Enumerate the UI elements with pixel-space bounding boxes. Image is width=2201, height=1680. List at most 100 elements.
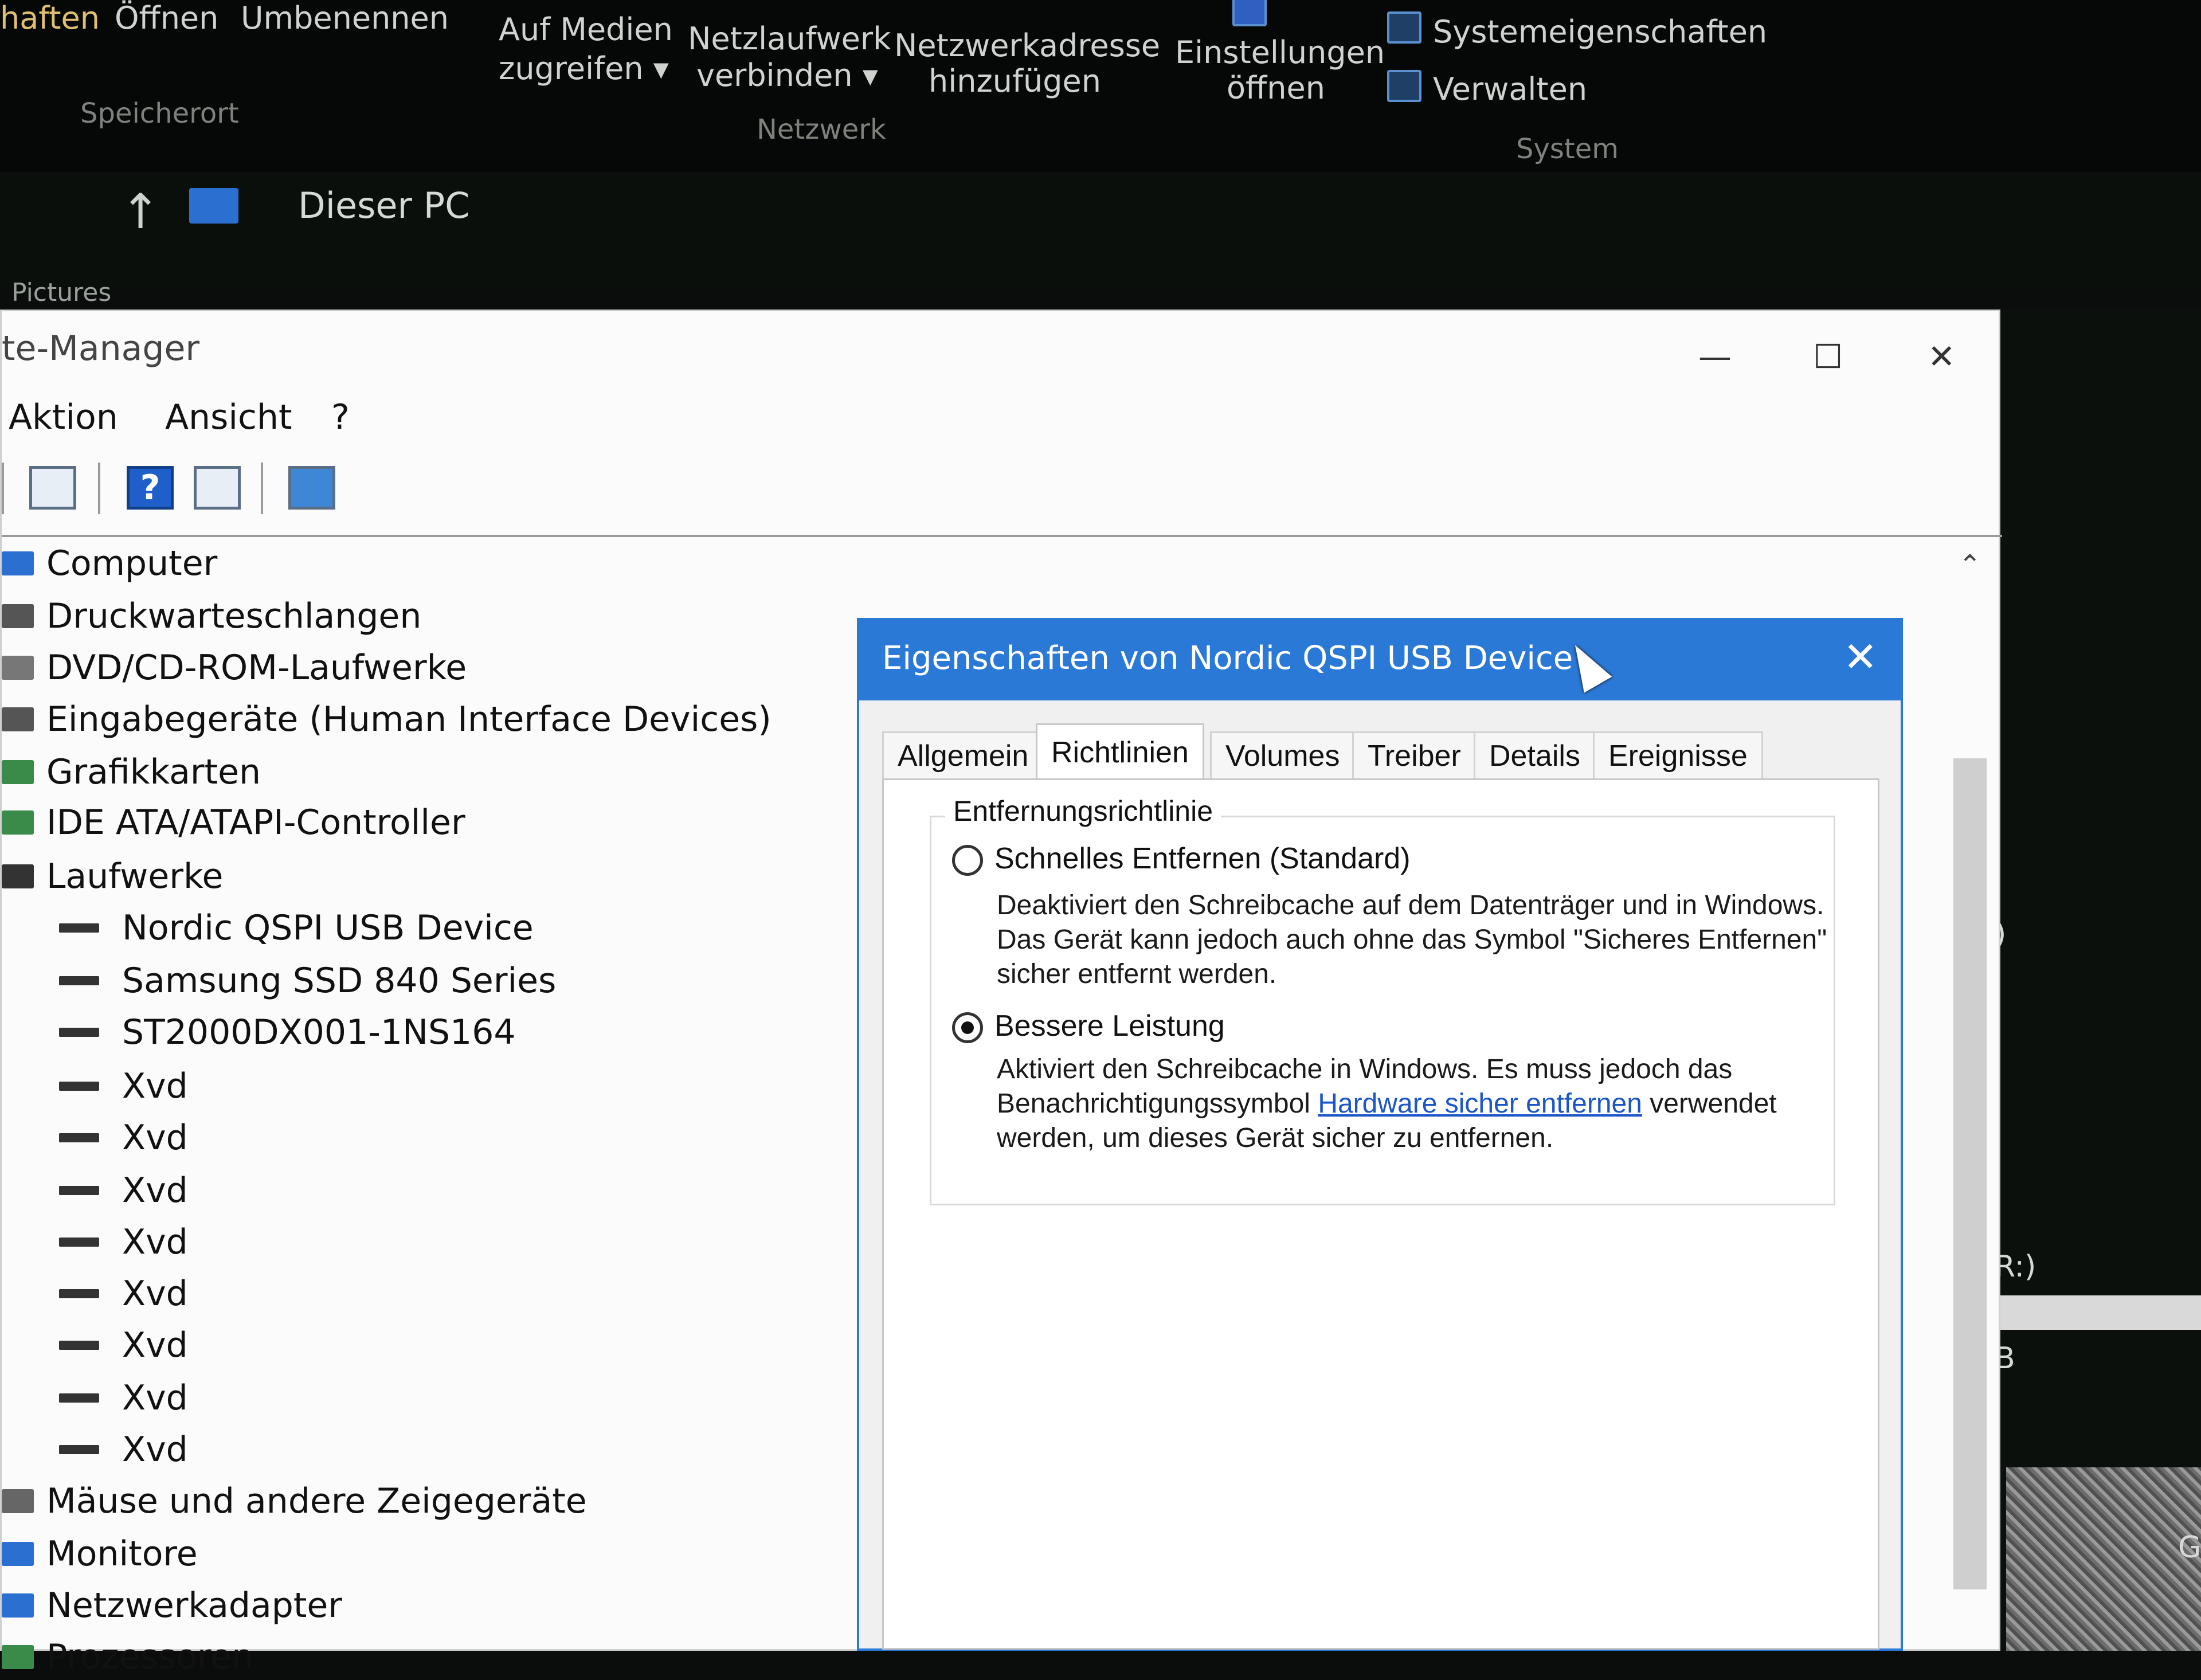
ribbon-settings-line1[interactable]: Einstellungen [1175, 34, 1385, 71]
up-arrow-icon[interactable]: ↑ [120, 183, 160, 240]
ribbon-media-line1[interactable]: Auf Medien [499, 11, 673, 48]
tree-item[interactable]: Mäuse und andere Zeigegeräte [2, 1478, 587, 1524]
strip-text-2: R:) [1995, 1250, 2036, 1284]
radio-quick-removal[interactable] [952, 845, 983, 876]
option-better-performance-label[interactable]: Bessere Leistung [994, 1009, 1225, 1043]
tree-item[interactable]: IDE ATA/ATAPI-Controller [2, 800, 465, 845]
help-icon[interactable]: ? [127, 466, 174, 510]
ribbon-item-properties[interactable]: haften [0, 0, 100, 37]
tree-item[interactable]: Xvd [59, 1271, 188, 1317]
ribbon-manage[interactable]: Verwalten [1433, 71, 1587, 108]
drive-icon [59, 1393, 99, 1403]
drive-icon [2, 864, 34, 888]
tree-item-label: Monitore [46, 1534, 198, 1574]
tree-item[interactable]: Druckwarteschlangen [2, 593, 421, 639]
drive-icon [59, 1445, 99, 1454]
drive-icon [59, 1238, 99, 1247]
tree-item[interactable]: Netzwerkadapter [2, 1583, 342, 1628]
tree-item-label: Mäuse und andere Zeigegeräte [46, 1481, 587, 1521]
menu-ansicht[interactable]: Ansicht [165, 397, 292, 437]
tree-item[interactable]: Laufwerke [2, 853, 223, 899]
ribbon-group-system: System [1516, 133, 1619, 165]
toolbar-separator [261, 463, 263, 514]
tab-allgemein[interactable]: Allgemein [882, 731, 1044, 779]
menu-bar: Aktion Ansicht ? [2, 397, 2002, 443]
tree-item[interactable]: Xvd [59, 1115, 188, 1161]
properties-view-icon[interactable] [194, 466, 241, 510]
ribbon-netaddr-line2[interactable]: hinzufügen [929, 63, 1101, 100]
ribbon-system-properties[interactable]: Systemeigenschaften [1433, 14, 1767, 50]
hid-icon [2, 707, 34, 731]
tab-richtlinien[interactable]: Richtlinien [1036, 723, 1204, 780]
tree-item[interactable]: Grafikkarten [2, 749, 261, 795]
dvd-icon [2, 656, 34, 680]
tree-item[interactable]: Monitore [2, 1531, 198, 1577]
tree-item-label: IDE ATA/ATAPI-Controller [46, 802, 465, 843]
tree-item-label: Xvd [122, 1378, 188, 1418]
ribbon-netaddr-line1[interactable]: Netzwerkadresse [894, 28, 1160, 64]
network-adapter-icon [2, 1593, 34, 1618]
drive-icon [59, 1186, 99, 1195]
ribbon-netdrive-line1[interactable]: Netzlaufwerk [688, 21, 891, 57]
mouse-icon [2, 1489, 34, 1513]
tab-panel-richtlinien: Entfernungsrichtlinie Schnelles Entferne… [882, 778, 1879, 1650]
tree-item[interactable]: ST2000DX001-1NS164 [59, 1009, 516, 1055]
tab-volumes[interactable]: Volumes [1210, 731, 1356, 779]
tree-item[interactable]: Xvd [59, 1375, 188, 1421]
background-noise [2006, 1467, 2201, 1651]
ribbon-item-rename[interactable]: Umbenennen [241, 0, 449, 37]
tree-item-label: Druckwarteschlangen [46, 596, 422, 636]
option-quick-removal-label[interactable]: Schnelles Entfernen (Standard) [994, 841, 1411, 876]
explorer-content-strip: ) R:) B G [1995, 310, 2201, 1651]
computer-icon [2, 551, 34, 575]
maximize-button[interactable]: ☐ [1813, 337, 1843, 376]
tree-item[interactable]: Xvd [59, 1427, 188, 1473]
show-hide-console-tree-icon[interactable] [29, 466, 76, 510]
vertical-scrollbar[interactable] [1953, 758, 1987, 1589]
tab-treiber[interactable]: Treiber [1352, 731, 1477, 779]
scan-hardware-icon[interactable] [288, 466, 335, 510]
tree-item[interactable]: DVD/CD-ROM-Laufwerke [2, 645, 467, 691]
tree-item[interactable]: Prozessoren [2, 1634, 253, 1680]
tree-item[interactable]: Xvd [59, 1063, 188, 1109]
tree-item[interactable]: Xvd [59, 1322, 188, 1368]
manage-icon [1387, 70, 1421, 102]
graphics-card-icon [2, 760, 34, 784]
tree-item-label: Xvd [122, 1274, 188, 1314]
monitor-icon [2, 1542, 34, 1566]
scroll-up-icon[interactable]: ⌃ [1959, 549, 1981, 581]
ribbon-item-open[interactable]: Öffnen [115, 0, 218, 37]
tree-item-label: Xvd [122, 1222, 188, 1262]
nav-item-pictures[interactable]: Pictures [11, 278, 111, 307]
dialog-titlebar[interactable]: Eigenschaften von Nordic QSPI USB Device… [859, 620, 1901, 700]
tree-item-label: Laufwerke [46, 856, 224, 896]
address-path[interactable]: Dieser PC [298, 185, 469, 226]
explorer-ribbon: haften Öffnen Umbenennen Speicherort Auf… [0, 0, 2201, 189]
ribbon-netdrive-line2[interactable]: verbinden ▾ [696, 57, 878, 94]
drive-icon [59, 1133, 99, 1142]
drive-usage-bar [2000, 1295, 2201, 1330]
tab-details[interactable]: Details [1474, 731, 1596, 779]
tree-item-label: Computer [46, 543, 218, 584]
tree-item[interactable]: Nordic QSPI USB Device [59, 905, 534, 951]
toolbar-separator [2, 463, 4, 514]
close-button[interactable]: ✕ [1928, 337, 1956, 376]
ide-controller-icon [2, 810, 34, 835]
tree-item[interactable]: Xvd [59, 1168, 188, 1213]
ribbon-settings-line2[interactable]: öffnen [1227, 70, 1325, 107]
printer-icon [2, 604, 34, 628]
safely-remove-hardware-link[interactable]: Hardware sicher entfernen [1318, 1088, 1642, 1119]
dialog-close-icon[interactable]: ✕ [1843, 633, 1878, 681]
minimize-button[interactable]: — [1698, 337, 1732, 376]
tab-ereignisse[interactable]: Ereignisse [1593, 731, 1763, 779]
menu-aktion[interactable]: Aktion [9, 397, 118, 437]
menu-help[interactable]: ? [331, 397, 350, 437]
tree-item[interactable]: Computer [2, 541, 217, 586]
tree-item[interactable]: Xvd [59, 1219, 188, 1265]
radio-better-performance[interactable] [952, 1012, 983, 1043]
settings-gear-icon [1232, 0, 1267, 26]
ribbon-media-line2[interactable]: zugreifen ▾ [499, 50, 669, 87]
tree-item[interactable]: Samsung SSD 840 Series [59, 958, 556, 1004]
tree-item[interactable]: Eingabegeräte (Human Interface Devices) [2, 696, 771, 742]
ribbon-group-netzwerk: Netzwerk [757, 113, 886, 146]
